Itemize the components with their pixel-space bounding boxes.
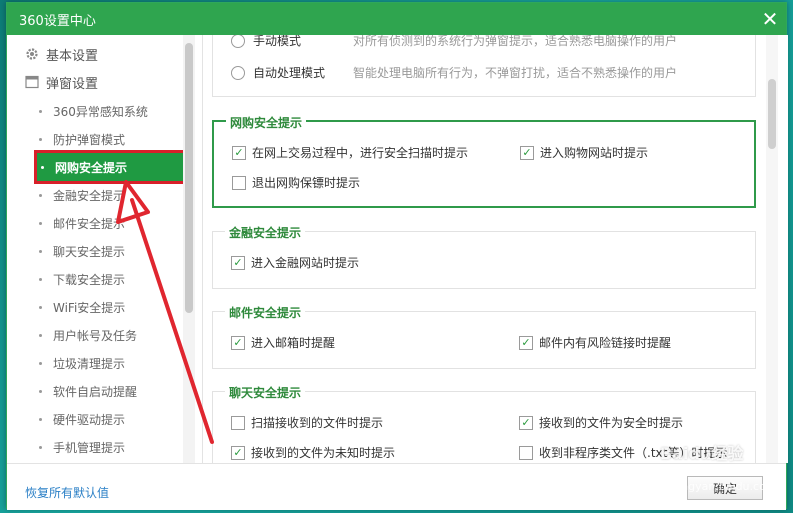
auto-mode-label: 自动处理模式 (253, 66, 326, 80)
sidebar-item-label: 聊天安全提示 (53, 244, 126, 259)
chat-option-safe-file[interactable]: ✓ 接收到的文件为安全时提示 (519, 414, 683, 431)
reset-defaults-link[interactable]: 恢复所有默认值 (25, 484, 109, 501)
sidebar: 基本设置 弹窗设置 360异常感知系统 防护弹窗模式 网购安全提示 金融安全提示… (7, 35, 203, 463)
option-label: 进入购物网站时提示 (540, 146, 649, 160)
sidebar-category-label: 基本设置 (46, 48, 99, 64)
sidebar-item-autostart[interactable]: 软件自启动提醒 (35, 380, 181, 402)
sidebar-item-label: 下载安全提示 (53, 272, 126, 287)
mail-safety-group: 邮件安全提示 ✓ 进入邮箱时提醒 ✓ 邮件内有风险链接时提醒 (212, 304, 756, 369)
sidebar-scroll-thumb[interactable] (185, 43, 193, 313)
auto-mode-option[interactable]: 自动处理模式 智能处理电脑所有行为，不弹窗打扰，适合不熟悉操作的用户 (231, 64, 677, 81)
shopping-option-enter-site[interactable]: ✓ 进入购物网站时提示 (520, 144, 648, 161)
sidebar-item-label: 360异常感知系统 (53, 104, 148, 119)
shopping-option-scan[interactable]: ✓ 在网上交易过程中，进行安全扫描时提示 (232, 144, 468, 161)
mail-option-risk-link[interactable]: ✓ 邮件内有风险链接时提醒 (519, 334, 671, 351)
sidebar-item-label: 手机管理提示 (53, 440, 126, 455)
option-label: 退出网购保镖时提示 (252, 176, 361, 190)
sidebar-item-popup-mode[interactable]: 防护弹窗模式 (35, 128, 181, 150)
sidebar-item-label: WiFi安全提示 (53, 300, 126, 315)
option-label: 邮件内有风险链接时提醒 (539, 336, 672, 350)
group-title: 聊天安全提示 (225, 384, 306, 401)
sidebar-item-wifi[interactable]: WiFi安全提示 (35, 296, 181, 318)
checkbox-checked[interactable]: ✓ (519, 335, 533, 350)
sidebar-item-phone[interactable]: 手机管理提示 (35, 436, 181, 458)
option-label: 扫描接收到的文件时提示 (251, 416, 384, 430)
sidebar-item-label: 垃圾清理提示 (53, 356, 126, 371)
checkbox-checked[interactable]: ✓ (231, 445, 245, 460)
sidebar-item-label: 用户帐号及任务 (53, 328, 138, 343)
shopping-safety-group: 网购安全提示 ✓ 在网上交易过程中，进行安全扫描时提示 ✓ 进入购物网站时提示 … (212, 114, 756, 208)
auto-mode-radio[interactable] (231, 65, 245, 80)
gear-icon (25, 47, 39, 61)
group-title: 金融安全提示 (225, 224, 306, 241)
sidebar-item-label: 防护弹窗模式 (53, 132, 126, 147)
close-icon[interactable]: ✕ (754, 3, 786, 35)
watermark-logo: Baidu经验 (660, 444, 744, 463)
sidebar-item-mail[interactable]: 邮件安全提示 (35, 212, 181, 234)
manual-mode-label: 手动模式 (253, 35, 302, 48)
sidebar-item-driver[interactable]: 硬件驱动提示 (35, 408, 181, 430)
finance-safety-group: 金融安全提示 ✓ 进入金融网站时提示 (212, 224, 756, 289)
content-scroll-thumb[interactable] (768, 79, 776, 149)
sidebar-item-account[interactable]: 用户帐号及任务 (35, 324, 181, 346)
checkbox-checked[interactable]: ✓ (232, 145, 246, 160)
checkbox-checked[interactable]: ✓ (520, 145, 534, 160)
title-bar: 360设置中心 ✕ (7, 3, 786, 35)
content-scrollbar[interactable] (766, 35, 778, 463)
sidebar-item-label: 邮件安全提示 (53, 216, 126, 231)
window-title: 360设置中心 (19, 13, 96, 29)
sidebar-item-cleanup[interactable]: 垃圾清理提示 (35, 352, 181, 374)
sidebar-category-popup[interactable]: 弹窗设置 (25, 71, 98, 93)
manual-mode-radio[interactable] (231, 35, 245, 48)
option-label: 在网上交易过程中，进行安全扫描时提示 (252, 146, 469, 160)
auto-mode-desc: 智能处理电脑所有行为，不弹窗打扰，适合不熟悉操作的用户 (353, 66, 678, 80)
checkbox-unchecked[interactable] (232, 175, 246, 190)
group-title: 邮件安全提示 (225, 304, 306, 321)
sidebar-item-download[interactable]: 下载安全提示 (35, 268, 181, 290)
sidebar-item-label: 网购安全提示 (55, 160, 128, 175)
option-label: 进入金融网站时提示 (251, 256, 360, 270)
sidebar-category-label: 弹窗设置 (46, 76, 99, 92)
sidebar-item-label: 金融安全提示 (53, 188, 126, 203)
footer-bar: 恢复所有默认值 确定 (7, 463, 786, 510)
sidebar-item-label: 软件自启动提醒 (53, 384, 138, 399)
mail-option-enter[interactable]: ✓ 进入邮箱时提醒 (231, 334, 335, 351)
manual-mode-option[interactable]: 手动模式 对所有侦测到的系统行为弹窗提示，适合熟悉电脑操作的用户 (231, 35, 677, 49)
checkbox-checked[interactable]: ✓ (231, 255, 245, 270)
option-label: 接收到的文件为未知时提示 (251, 446, 396, 460)
shopping-option-exit[interactable]: 退出网购保镖时提示 (232, 174, 360, 191)
checkbox-unchecked[interactable] (519, 445, 533, 460)
checkbox-checked[interactable]: ✓ (519, 415, 533, 430)
sidebar-item-shopping[interactable]: 网购安全提示 (34, 150, 188, 184)
chat-option-scan-file[interactable]: 扫描接收到的文件时提示 (231, 414, 383, 431)
manual-mode-desc: 对所有侦测到的系统行为弹窗提示，适合熟悉电脑操作的用户 (353, 35, 678, 48)
sidebar-item-label: 硬件驱动提示 (53, 412, 126, 427)
checkbox-checked[interactable]: ✓ (231, 335, 245, 350)
settings-content: 手动模式 对所有侦测到的系统行为弹窗提示，适合熟悉电脑操作的用户 自动处理模式 … (204, 35, 788, 463)
watermark-url: jingyan.baidu.com (675, 480, 777, 493)
option-label: 接收到的文件为安全时提示 (539, 416, 684, 430)
checkbox-unchecked[interactable] (231, 415, 245, 430)
settings-window: 360设置中心 ✕ 基本设置 弹窗设置 360异常感知系统 防护弹窗模式 网购安… (6, 2, 788, 510)
popup-mode-group: 手动模式 对所有侦测到的系统行为弹窗提示，适合熟悉电脑操作的用户 自动处理模式 … (212, 35, 756, 97)
sidebar-category-basic[interactable]: 基本设置 (25, 43, 98, 65)
group-title: 网购安全提示 (226, 114, 307, 131)
sidebar-item-finance[interactable]: 金融安全提示 (35, 184, 181, 206)
chat-option-unknown-file[interactable]: ✓ 接收到的文件为未知时提示 (231, 444, 395, 461)
window-icon (25, 75, 39, 89)
sidebar-item-chat[interactable]: 聊天安全提示 (35, 240, 181, 262)
sidebar-item-anomaly[interactable]: 360异常感知系统 (35, 100, 181, 122)
option-label: 进入邮箱时提醒 (251, 336, 336, 350)
sidebar-scrollbar[interactable] (183, 35, 195, 463)
finance-option-enter-site[interactable]: ✓ 进入金融网站时提示 (231, 254, 359, 271)
